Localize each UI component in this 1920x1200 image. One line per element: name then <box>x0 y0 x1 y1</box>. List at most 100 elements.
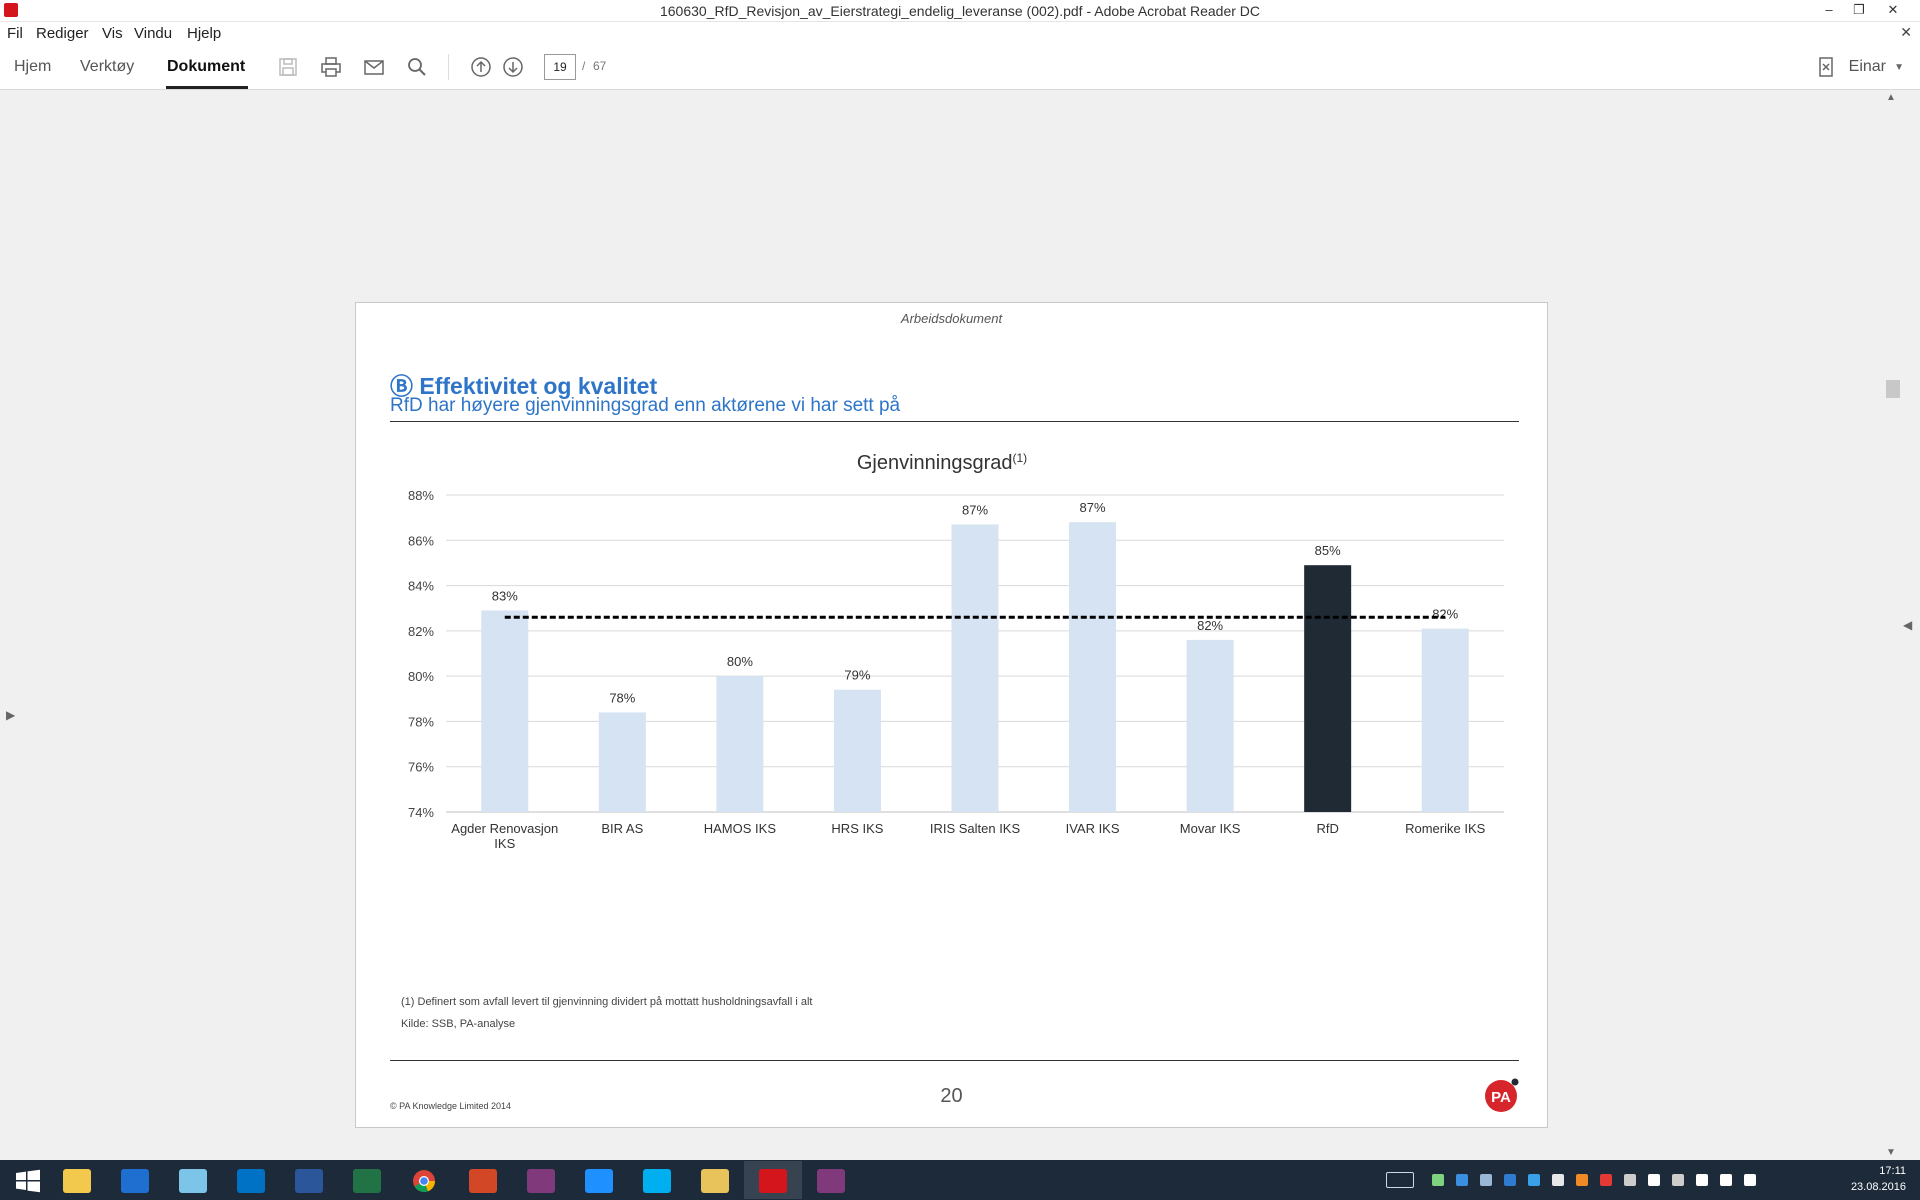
vertical-scrollbar[interactable]: ▲ ▼ <box>1882 90 1902 1160</box>
update-icon[interactable] <box>1576 1174 1588 1186</box>
y-tick-label: 76% <box>408 760 434 775</box>
window-titlebar: 160630_RfD_Revisjon_av_Eierstrategi_ende… <box>0 0 1920 22</box>
x-tick-label: IKS <box>494 836 515 851</box>
slide-subtitle: RfD har høyere gjenvinningsgrad enn aktø… <box>390 395 901 416</box>
x-tick-label: Agder Renovasjon <box>451 821 558 836</box>
bar <box>1304 565 1352 812</box>
network-tray-icon[interactable] <box>1528 1174 1540 1186</box>
data-label: 87% <box>1080 500 1106 515</box>
taskbar-powerpoint-button[interactable] <box>454 1161 512 1199</box>
menu-item-vis[interactable]: Vis <box>102 25 123 42</box>
mail-icon <box>121 1169 149 1193</box>
x-tick-label: Movar IKS <box>1180 821 1241 836</box>
y-tick-label: 80% <box>408 669 434 684</box>
cloud-icon[interactable] <box>1552 1174 1564 1186</box>
next-page-icon[interactable] <box>502 56 524 78</box>
scroll-up-icon[interactable]: ▲ <box>1886 92 1896 103</box>
sync-icon[interactable] <box>1432 1174 1444 1186</box>
taskbar-skype-button[interactable] <box>628 1161 686 1199</box>
taskbar-files-button[interactable] <box>686 1161 744 1199</box>
windows-taskbar: 17:11 23.08.2016 <box>0 1160 1920 1200</box>
user-account-name[interactable]: Einar <box>1849 58 1886 76</box>
svg-text:PA: PA <box>1491 1089 1511 1106</box>
right-panel-toggle-icon[interactable]: ◀ <box>1903 618 1912 632</box>
taskbar-internet-explorer-button[interactable] <box>570 1161 628 1199</box>
bar <box>1069 522 1117 812</box>
save-icon[interactable] <box>277 56 299 78</box>
taskbar-photos-button[interactable] <box>164 1161 222 1199</box>
onedrive-icon[interactable] <box>1456 1174 1468 1186</box>
menu-item-rediger[interactable]: Rediger <box>36 25 89 42</box>
search-icon[interactable] <box>406 56 428 78</box>
internet-explorer-icon <box>585 1169 613 1193</box>
security-icon[interactable] <box>1600 1174 1612 1186</box>
file-explorer-icon <box>63 1169 91 1193</box>
taskbar-onenote-button[interactable] <box>512 1161 570 1199</box>
taskbar-chrome-button[interactable] <box>396 1161 454 1199</box>
x-tick-label: BIR AS <box>601 821 643 836</box>
bar <box>716 676 764 812</box>
files-icon <box>701 1169 729 1193</box>
tab-dokument[interactable]: Dokument <box>167 58 245 76</box>
bar <box>951 524 999 812</box>
taskbar-excel-button[interactable] <box>338 1161 396 1199</box>
document-viewport: ▶ Arbeidsdokument Ⓑ Effektivitet og kval… <box>0 90 1882 1160</box>
data-label: 78% <box>609 690 635 705</box>
minimize-icon[interactable]: – <box>1814 0 1844 22</box>
taskbar-outlook-button[interactable] <box>222 1161 280 1199</box>
x-tick-label: HRS IKS <box>831 821 883 836</box>
taskbar-word-button[interactable] <box>280 1161 338 1199</box>
tab-hjem[interactable]: Hjem <box>14 58 51 76</box>
x-tick-label: IVAR IKS <box>1066 821 1120 836</box>
menu-item-fil[interactable]: Fil <box>7 25 23 42</box>
menu-item-vindu[interactable]: Vindu <box>134 25 172 42</box>
close-icon[interactable]: ✕ <box>1878 0 1908 22</box>
previous-page-icon[interactable] <box>470 56 492 78</box>
page-separator: / <box>582 59 586 73</box>
document-close-icon[interactable] <box>1815 56 1837 78</box>
menu-item-hjelp[interactable]: Hjelp <box>187 25 221 42</box>
wifi-icon[interactable] <box>1720 1174 1732 1186</box>
clock-time: 17:11 <box>1879 1165 1906 1177</box>
chart-title: Gjenvinningsgrad(1) <box>857 451 1027 474</box>
x-tick-label: IRIS Salten IKS <box>930 821 1021 836</box>
data-label: 83% <box>492 588 518 603</box>
bluetooth-icon[interactable] <box>1648 1174 1660 1186</box>
y-tick-label: 88% <box>408 488 434 503</box>
y-tick-label: 84% <box>408 579 434 594</box>
system-clock[interactable]: 17:11 23.08.2016 <box>1851 1163 1906 1195</box>
scrollbar-thumb[interactable] <box>1886 380 1900 398</box>
taskbar-mail-button[interactable] <box>106 1161 164 1199</box>
chevron-down-icon[interactable]: ▼ <box>1894 62 1904 73</box>
toolbar-divider <box>448 54 449 80</box>
data-label: 87% <box>962 502 988 517</box>
word-icon <box>295 1169 323 1193</box>
tab-verktoy[interactable]: Verktøy <box>80 58 134 76</box>
mail-tray-icon[interactable] <box>1480 1174 1492 1186</box>
close-document-icon[interactable]: ✕ <box>1900 24 1912 41</box>
y-tick-label: 82% <box>408 624 434 639</box>
data-label: 85% <box>1315 543 1341 558</box>
clipboard-icon[interactable] <box>1672 1174 1684 1186</box>
page-number-input[interactable]: 19 <box>544 54 576 80</box>
scroll-down-icon[interactable]: ▼ <box>1886 1147 1896 1158</box>
bar <box>481 610 529 812</box>
keyboard-icon[interactable] <box>1386 1172 1414 1188</box>
title-divider <box>390 421 1519 422</box>
volume-icon[interactable] <box>1744 1174 1756 1186</box>
chart-x-axis: Agder RenovasjonIKS BIR AS HAMOS IKS HRS IK… <box>451 821 1485 851</box>
app-tray-icon[interactable] <box>1624 1174 1636 1186</box>
x-tick-label: RfD <box>1316 821 1338 836</box>
left-panel-toggle-icon[interactable]: ▶ <box>6 708 15 722</box>
taskbar-acrobat-button[interactable] <box>744 1161 802 1199</box>
email-icon[interactable] <box>363 56 385 78</box>
battery-icon[interactable] <box>1696 1174 1708 1186</box>
print-icon[interactable] <box>320 56 342 78</box>
menu-bar: Fil Rediger Vis Vindu Hjelp ✕ <box>0 22 1920 44</box>
restore-icon[interactable]: ❐ <box>1844 0 1874 22</box>
skype-icon <box>643 1169 671 1193</box>
taskbar-onenote-clipper-button[interactable] <box>802 1161 860 1199</box>
taskbar-file-explorer-button[interactable] <box>48 1161 106 1199</box>
outlook-tray-icon[interactable] <box>1504 1174 1516 1186</box>
excel-icon <box>353 1169 381 1193</box>
